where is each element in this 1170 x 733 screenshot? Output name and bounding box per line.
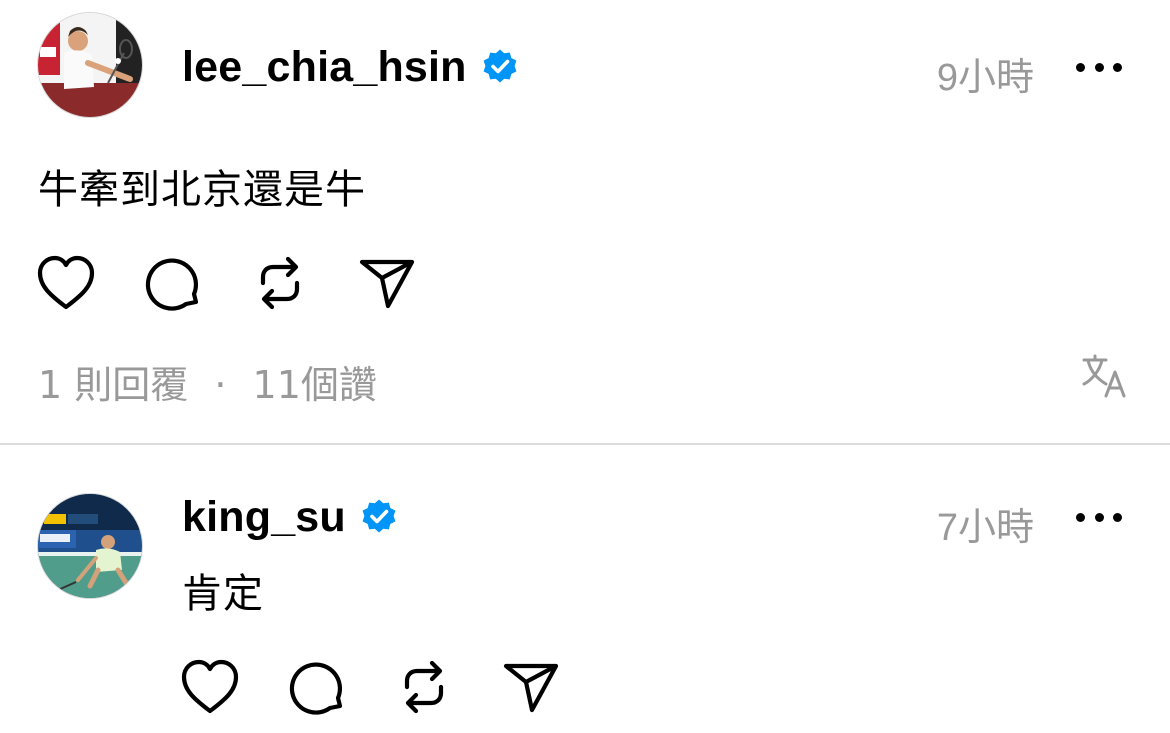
- share-button[interactable]: [499, 655, 563, 719]
- dot: [1094, 62, 1104, 72]
- thread-post: king_su 7小時 肯定: [0, 446, 1170, 733]
- repost-button[interactable]: [392, 655, 456, 719]
- action-bar: [178, 655, 606, 719]
- comment-button[interactable]: [141, 251, 205, 315]
- verified-badge-icon: [481, 48, 519, 86]
- share-icon: [503, 663, 559, 713]
- avatar[interactable]: [38, 494, 142, 598]
- username-row: king_su: [182, 492, 398, 542]
- dot: [1113, 512, 1122, 522]
- username[interactable]: king_su: [182, 493, 346, 542]
- comment-icon: [289, 662, 343, 715]
- action-bar: [34, 251, 462, 315]
- verified-badge-icon: [360, 498, 398, 536]
- translate-icon: [1082, 354, 1126, 398]
- dot: [1094, 512, 1104, 522]
- repost-button[interactable]: [248, 251, 312, 315]
- like-count-link[interactable]: 11個讚: [253, 363, 377, 407]
- username-row: lee_chia_hsin: [182, 42, 519, 92]
- thread-post: lee_chia_hsin 9小時 牛牽到北京還是牛 1 則回覆 · 11個讚: [0, 0, 1170, 444]
- post-stats: 1 則回覆 · 11個讚: [38, 354, 377, 409]
- comment-button[interactable]: [285, 655, 349, 719]
- translate-button[interactable]: [1080, 352, 1128, 400]
- comment-icon: [145, 258, 199, 311]
- stats-separator: ·: [214, 363, 227, 407]
- more-options-button[interactable]: [1076, 52, 1122, 82]
- share-button[interactable]: [355, 251, 419, 315]
- like-button[interactable]: [34, 251, 98, 315]
- post-text: 牛牽到北京還是牛: [38, 167, 366, 213]
- dot: [1113, 62, 1122, 72]
- username[interactable]: lee_chia_hsin: [182, 43, 467, 92]
- post-text: 肯定: [182, 571, 264, 617]
- post-divider: [0, 443, 1170, 445]
- dot: [1076, 512, 1085, 522]
- heart-icon: [37, 255, 95, 310]
- post-time: 9小時: [936, 57, 1034, 99]
- dot: [1076, 62, 1085, 72]
- share-icon: [359, 259, 415, 309]
- repost-icon: [404, 660, 444, 714]
- avatar[interactable]: [38, 13, 142, 117]
- reply-count-link[interactable]: 1 則回覆: [38, 363, 188, 407]
- like-button[interactable]: [178, 655, 242, 719]
- more-options-button[interactable]: [1076, 502, 1122, 532]
- post-time: 7小時: [936, 507, 1034, 549]
- repost-icon: [260, 256, 300, 310]
- heart-icon: [181, 659, 239, 714]
